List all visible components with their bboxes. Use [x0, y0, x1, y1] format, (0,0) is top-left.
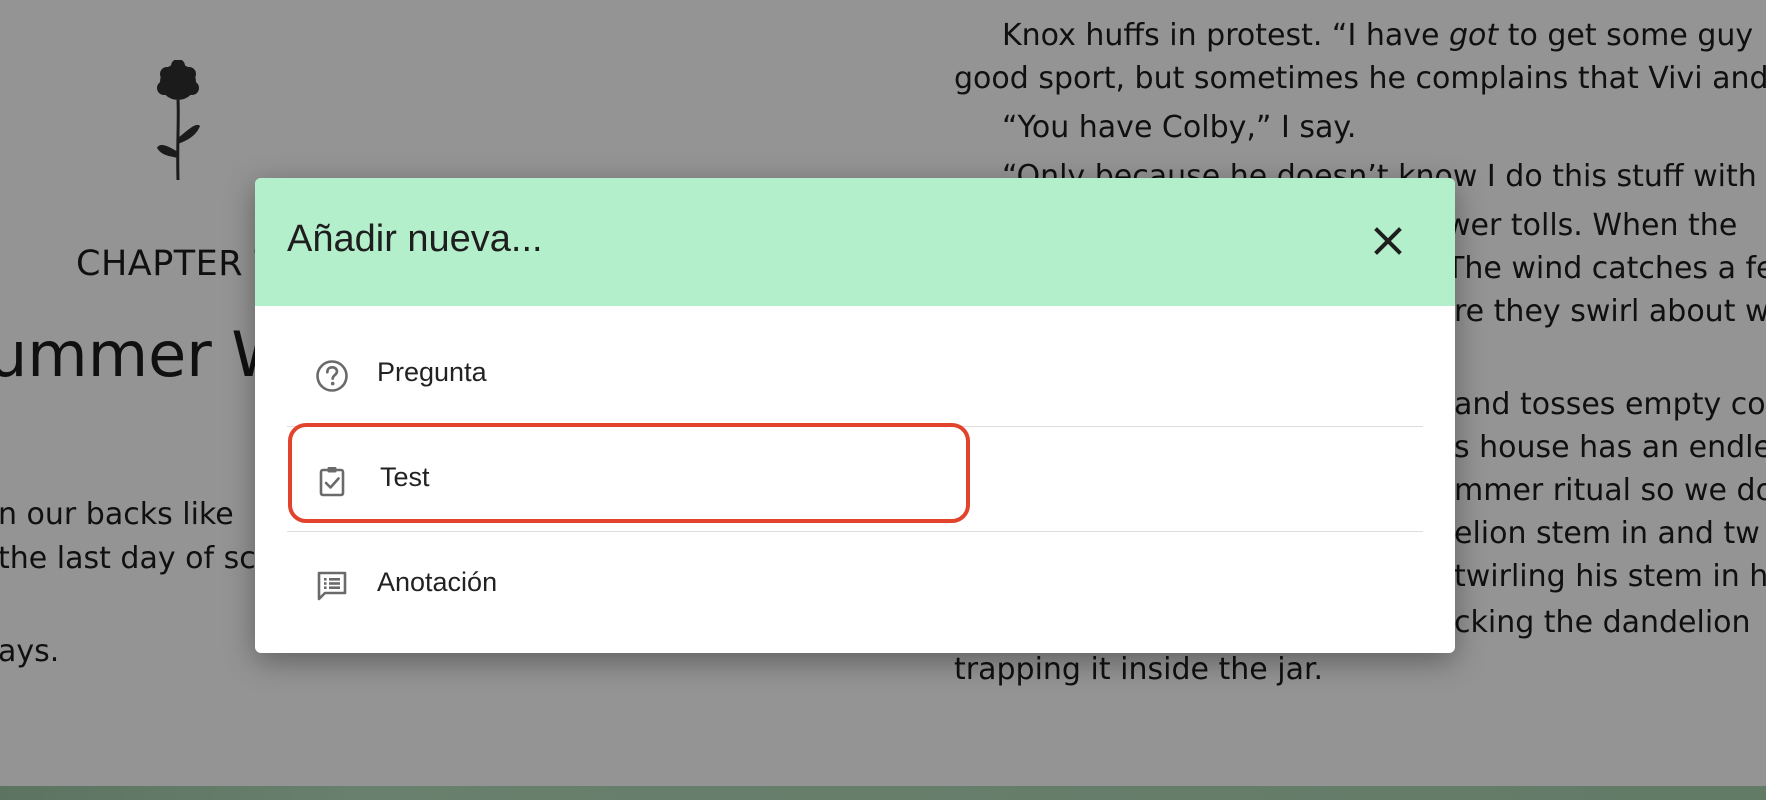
option-label-anotacion: Anotación	[377, 567, 498, 597]
comment-list-icon	[317, 571, 347, 601]
help-circle-icon	[316, 360, 348, 392]
close-button[interactable]	[1363, 216, 1413, 266]
add-new-dialog: Añadir nueva... Pregunta Test Anotación	[255, 178, 1455, 653]
dialog-header: Añadir nueva...	[255, 178, 1455, 306]
option-label-test: Test	[380, 462, 430, 492]
option-anotacion[interactable]: Anotación	[287, 533, 1423, 637]
divider	[287, 426, 1423, 427]
close-icon	[1374, 227, 1402, 255]
option-test[interactable]: Test	[287, 428, 1423, 532]
clipboard-check-icon	[319, 467, 345, 497]
screen: CHAPTER T ummer W n our backs like the l…	[0, 0, 1766, 800]
dialog-title: Añadir nueva...	[287, 218, 543, 260]
divider	[287, 531, 1423, 532]
option-label-pregunta: Pregunta	[377, 357, 487, 387]
option-pregunta[interactable]: Pregunta	[287, 323, 1423, 427]
